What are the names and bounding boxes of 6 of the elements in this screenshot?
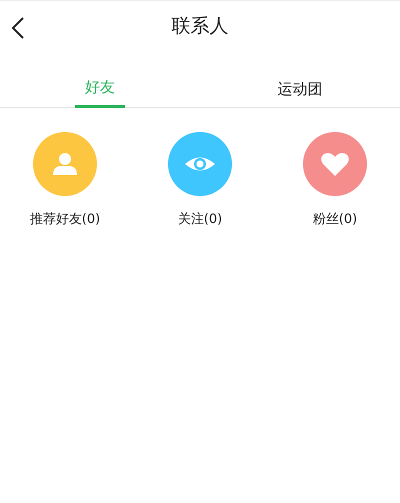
back-icon: [10, 16, 26, 40]
tab[interactable]: 运动团: [270, 52, 330, 108]
shortcut-label: 关注(0): [178, 211, 222, 229]
page-title: 联系人: [172, 17, 228, 36]
shortcut-label: 粉丝(0): [312, 211, 358, 229]
shortcut-label: 推荐好友(0): [30, 211, 100, 229]
